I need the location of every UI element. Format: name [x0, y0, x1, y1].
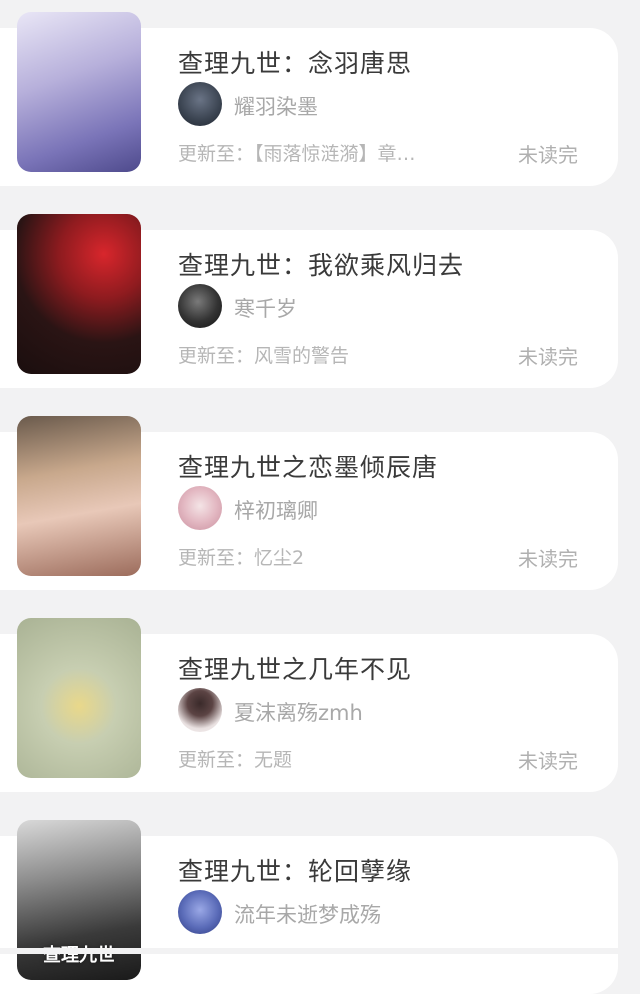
update-info: 更新至：忆尘2: [178, 547, 305, 569]
author-avatar[interactable]: [178, 82, 222, 126]
book-cover[interactable]: [17, 12, 141, 172]
author-name[interactable]: 流年未逝梦成殇: [234, 899, 381, 929]
read-status: 未读完: [518, 749, 578, 773]
update-info: 更新至：风雪的警告: [178, 345, 350, 367]
book-title: 查理九世：念羽唐思: [178, 49, 413, 78]
author-avatar[interactable]: [178, 486, 222, 530]
book-cover[interactable]: [17, 618, 141, 778]
read-status: 未读完: [518, 345, 578, 369]
book-cover[interactable]: [17, 416, 141, 576]
book-title: 查理九世之几年不见: [178, 655, 413, 684]
author-avatar[interactable]: [178, 890, 222, 934]
read-status: 未读完: [518, 547, 578, 571]
bottom-edge: [0, 948, 640, 954]
author-name[interactable]: 梓初璃卿: [234, 495, 318, 525]
book-title: 查理九世之恋墨倾辰唐: [178, 453, 439, 482]
author-avatar[interactable]: [178, 688, 222, 732]
read-status: 未读完: [518, 143, 578, 167]
book-cover[interactable]: [17, 214, 141, 374]
author-name[interactable]: 耀羽染墨: [234, 91, 318, 121]
update-info: 更新至：【雨落惊涟漪】章…: [178, 143, 416, 165]
book-title: 查理九世：我欲乘风归去: [178, 251, 465, 280]
book-title: 查理九世：轮回孽缘: [178, 857, 413, 886]
book-cover[interactable]: 查理九世: [17, 820, 141, 980]
update-info: 更新至：无题: [178, 749, 293, 771]
author-avatar[interactable]: [178, 284, 222, 328]
author-name[interactable]: 夏沫离殇zmh: [234, 697, 363, 727]
author-name[interactable]: 寒千岁: [234, 293, 297, 323]
